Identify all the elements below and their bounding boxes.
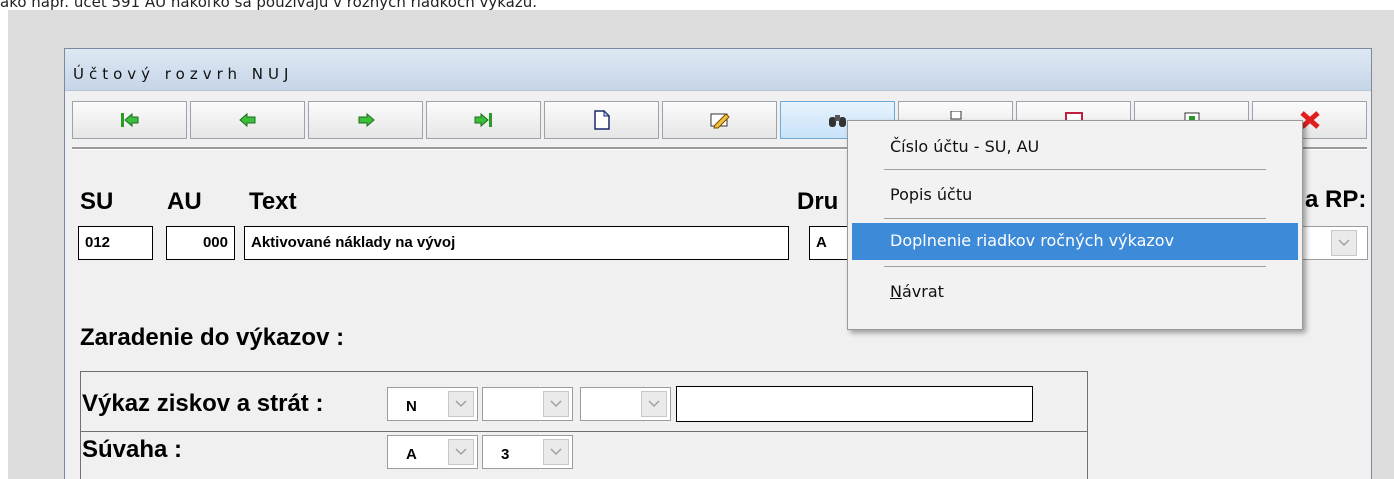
first-record-button[interactable] [72,101,187,139]
menu-item-navrat[interactable]: Návrat [852,274,1298,311]
vzs-combo-1-value: N [406,398,417,415]
suvaha-combo-1-value: A [406,446,417,463]
au-field[interactable]: 000 [166,226,235,260]
suvaha-label: Súvaha : [82,436,183,463]
chevron-down-icon[interactable] [641,391,667,417]
table-row-divider [81,431,1087,432]
vzs-combo-1[interactable]: N [387,387,478,421]
su-header: SU [80,188,114,215]
next-record-button[interactable] [308,101,423,139]
chevron-down-icon[interactable] [543,439,569,465]
menu-item-popis-uctu[interactable]: Popis účtu [852,177,1298,214]
navrat-label-rest: ávrat [901,282,944,301]
binoculars-search-icon [828,115,846,127]
menu-item-cislo-uctu[interactable]: Číslo účtu - SU, AU [852,129,1298,166]
text-header: Text [249,188,297,215]
chevron-down-icon[interactable] [448,439,474,465]
vzs-combo-3[interactable] [580,387,671,421]
edit-button[interactable] [662,101,777,139]
rp-header: a RP: [1305,186,1367,213]
au-header: AU [167,188,202,215]
menu-separator [884,218,1266,219]
chevron-down-icon[interactable] [543,391,569,417]
last-record-icon [474,112,492,128]
zaradenie-heading: Zaradenie do výkazov : [80,324,345,351]
new-document-icon [593,110,610,130]
suvaha-combo-2[interactable]: 3 [482,435,573,469]
text-field[interactable]: Aktivované náklady na vývoj [244,226,789,260]
su-field[interactable]: 012 [78,226,153,260]
vzs-text-field[interactable] [676,386,1033,422]
menu-separator [884,169,1266,170]
menu-item-doplnenie-riadkov[interactable]: Doplnenie riadkov ročných výkazov [852,223,1298,260]
suvaha-combo-2-value: 3 [501,446,510,463]
vzs-combo-2[interactable] [482,387,573,421]
last-record-button[interactable] [426,101,541,139]
menu-separator [884,266,1266,267]
chevron-down-icon[interactable] [448,391,474,417]
druh-header: Dru [797,188,839,215]
previous-record-icon [238,112,255,128]
window-title: Účtový rozvrh NUJ [73,65,294,83]
new-document-button[interactable] [544,101,659,139]
next-record-icon [358,112,375,128]
title-bar: Účtový rozvrh NUJ [65,49,1371,91]
chevron-down-icon[interactable] [1331,230,1357,256]
edit-pencil-icon [710,113,730,129]
navrat-accelerator: N [890,282,902,301]
previous-record-button[interactable] [190,101,305,139]
vykaz-ziskov-label: Výkaz ziskov a strát : [82,390,324,417]
search-dropdown-menu: Číslo účtu - SU, AU Popis účtu Doplnenie… [847,120,1303,330]
first-record-icon [120,112,138,128]
suvaha-combo-1[interactable]: A [387,435,478,469]
